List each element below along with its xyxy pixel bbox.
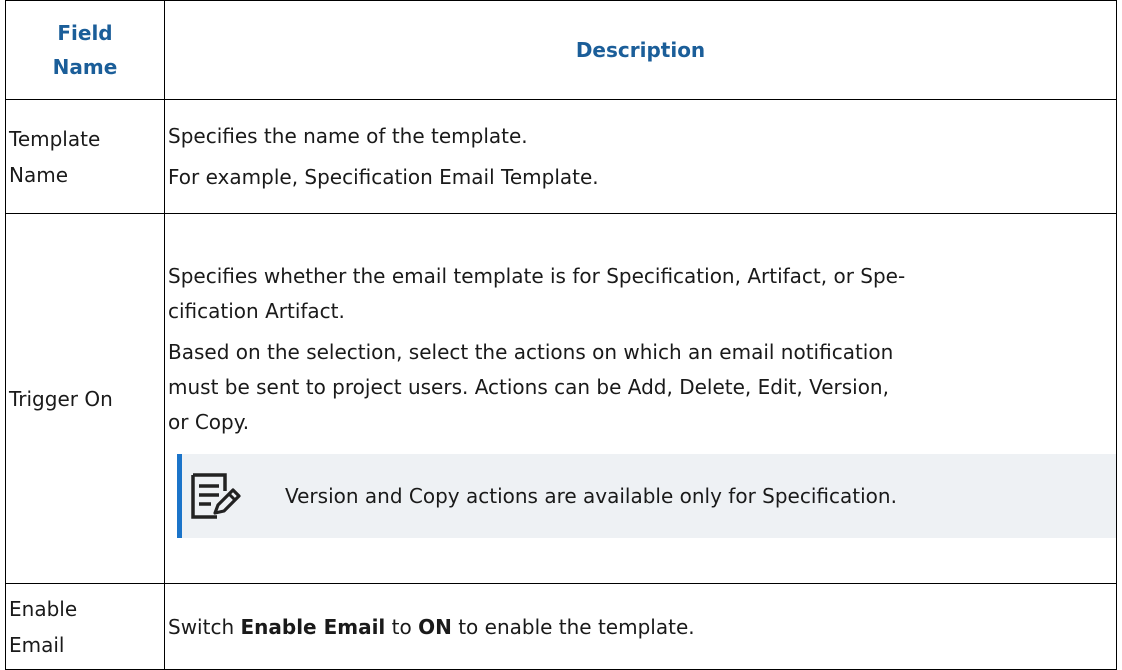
description-line: cification Artifact. xyxy=(168,299,345,323)
table-header-row: Field Name Description xyxy=(5,0,1117,100)
field-name-header-line2: Name xyxy=(52,55,118,79)
description-line: or Copy. xyxy=(168,410,250,434)
field-name-line2: Name xyxy=(9,162,69,187)
table-row: Enable Email Switch Enable Email to ON t… xyxy=(5,583,1117,670)
description-cell: Specifies the name of the template. For … xyxy=(164,99,1117,214)
description-line: Based on the selection, select the actio… xyxy=(168,340,894,364)
description-cell: Switch Enable Email to ON to enable the … xyxy=(164,583,1117,670)
description-paragraph: Specifies the name of the template. xyxy=(168,123,528,148)
description-bold-on: ON xyxy=(418,614,452,639)
field-name-cell: Enable Email xyxy=(5,583,165,670)
description-text-suffix: to enable the template. xyxy=(451,614,695,639)
description-header: Description xyxy=(164,0,1117,100)
field-name-line1: Template xyxy=(9,126,101,151)
description-line: must be sent to project users. Actions c… xyxy=(168,375,889,399)
description-text-mid: to xyxy=(385,614,419,639)
field-name-line2: Email xyxy=(9,632,65,657)
note-callout: Version and Copy actions are available o… xyxy=(177,454,1116,538)
field-name-header: Field Name xyxy=(5,0,165,100)
description-line: Specifies whether the email template is … xyxy=(168,264,906,288)
field-name-cell: Template Name xyxy=(5,99,165,214)
note-text: Version and Copy actions are available o… xyxy=(285,484,897,508)
field-name-line1: Enable xyxy=(9,596,78,621)
description-cell: Specifies whether the email template is … xyxy=(164,213,1117,584)
description-bold-enable-email: Enable Email xyxy=(240,614,386,639)
field-name-cell: Trigger On xyxy=(5,213,165,584)
table-row: Template Name Specifies the name of the … xyxy=(5,99,1117,214)
field-name-header-line1: Field xyxy=(57,21,113,45)
description-paragraph: For example, Specification Email Templat… xyxy=(168,164,599,189)
note-edit-icon xyxy=(191,473,241,519)
field-description-table: Field Name Description Template Name Spe… xyxy=(5,0,1117,670)
description-text-prefix: Switch xyxy=(168,614,241,639)
table-row: Trigger On Specifies whether the email t… xyxy=(5,213,1117,584)
